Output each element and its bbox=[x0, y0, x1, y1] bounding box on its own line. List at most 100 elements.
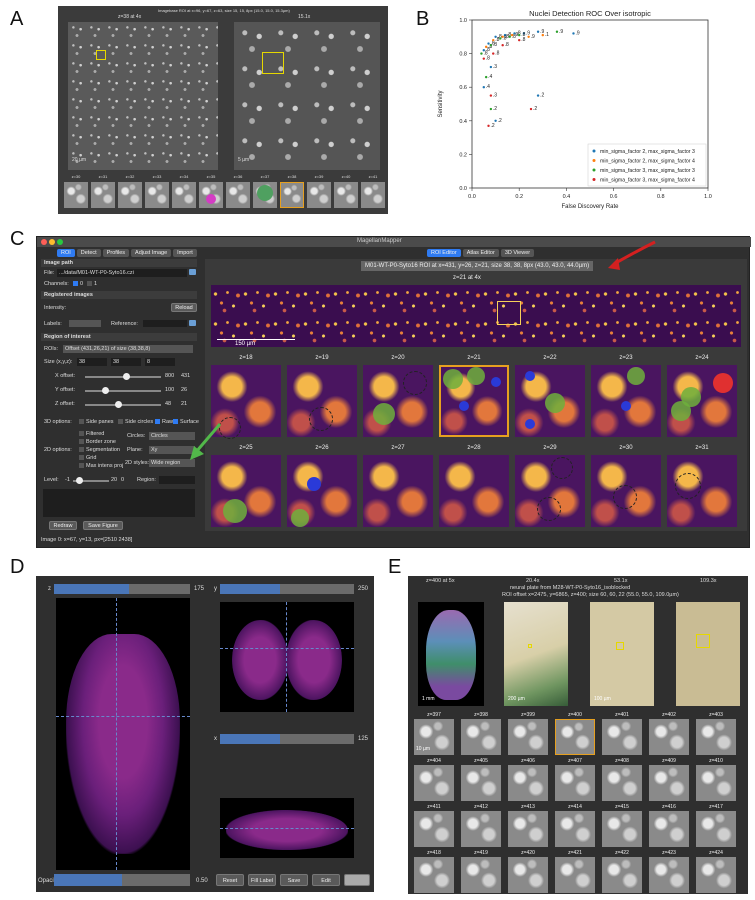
e-zstack-tile[interactable] bbox=[555, 811, 595, 847]
reference-select[interactable] bbox=[143, 320, 187, 327]
a-ztile[interactable] bbox=[64, 182, 88, 208]
e-zstack-tile[interactable] bbox=[461, 765, 501, 801]
a-ztile[interactable] bbox=[118, 182, 142, 208]
zstack-tile[interactable] bbox=[439, 455, 509, 527]
size-y-input[interactable]: 38 bbox=[111, 358, 141, 366]
grid-checkbox[interactable] bbox=[79, 455, 84, 460]
opacity-slider[interactable] bbox=[54, 874, 190, 886]
e-zstack-tile[interactable] bbox=[461, 719, 501, 755]
e-zstack-tile[interactable] bbox=[602, 857, 642, 893]
zoom-image[interactable] bbox=[234, 22, 380, 170]
edit-button[interactable]: Edit bbox=[312, 874, 340, 886]
e-atlas-zoom2[interactable]: 100 µm bbox=[590, 602, 654, 706]
fill-label-button[interactable]: Fill Label bbox=[248, 874, 276, 886]
redraw-button[interactable]: Redraw bbox=[49, 521, 77, 530]
e-zstack-tile[interactable] bbox=[555, 719, 595, 755]
a-ztile[interactable] bbox=[307, 182, 331, 208]
y-offset-slider[interactable] bbox=[101, 387, 109, 394]
e-zstack-tile[interactable] bbox=[414, 765, 454, 801]
save-figure-button[interactable]: Save Figure bbox=[83, 521, 123, 530]
a-ztile[interactable] bbox=[226, 182, 250, 208]
side-circles-checkbox[interactable] bbox=[118, 419, 123, 424]
left-tab[interactable]: Import bbox=[173, 249, 197, 257]
level-slider[interactable] bbox=[76, 477, 83, 484]
file-field[interactable]: .../data/M01-WT-P0-Syto16.czi bbox=[57, 269, 187, 277]
e-zstack-tile[interactable] bbox=[508, 719, 548, 755]
channel-1-checkbox[interactable] bbox=[87, 281, 92, 286]
reload-button[interactable]: Reload bbox=[171, 303, 197, 312]
left-tab[interactable]: ROI bbox=[57, 249, 75, 257]
region-input[interactable] bbox=[159, 476, 195, 484]
raw-checkbox[interactable] bbox=[155, 419, 160, 424]
reset-button[interactable]: Reset bbox=[216, 874, 244, 886]
segmentation-checkbox[interactable] bbox=[79, 447, 84, 452]
e-zstack-tile[interactable] bbox=[696, 857, 736, 893]
a-ztile[interactable] bbox=[172, 182, 196, 208]
e-atlas-zoom1[interactable]: 200 µm bbox=[504, 602, 568, 706]
x-slider[interactable] bbox=[220, 734, 354, 744]
right-tab[interactable]: 3D Viewer bbox=[500, 249, 535, 257]
border-zone-checkbox[interactable] bbox=[79, 439, 84, 444]
e-zstack-tile[interactable] bbox=[696, 765, 736, 801]
size-x-input[interactable]: 38 bbox=[77, 358, 107, 366]
e-zstack-tile[interactable] bbox=[649, 811, 689, 847]
e-zstack-tile[interactable] bbox=[414, 811, 454, 847]
max-intens-checkbox[interactable] bbox=[79, 463, 84, 468]
a-ztile[interactable] bbox=[361, 182, 385, 208]
blank-button[interactable] bbox=[344, 874, 370, 886]
e-zstack-tile[interactable] bbox=[649, 719, 689, 755]
folder-icon[interactable] bbox=[189, 269, 196, 275]
x-offset-value[interactable]: 431 bbox=[181, 373, 190, 379]
e-zstack-tile[interactable] bbox=[602, 765, 642, 801]
left-tab[interactable]: Detect bbox=[76, 249, 101, 257]
right-tab[interactable]: Atlas Editor bbox=[462, 249, 499, 257]
z-offset-slider[interactable] bbox=[115, 401, 123, 408]
y-slider[interactable] bbox=[220, 584, 354, 594]
overview-strip[interactable] bbox=[211, 285, 741, 347]
filtered-checkbox[interactable] bbox=[79, 431, 84, 436]
y-offset-value[interactable]: 26 bbox=[181, 387, 187, 393]
e-zstack-tile[interactable] bbox=[696, 811, 736, 847]
e-zstack-tile[interactable] bbox=[649, 857, 689, 893]
e-zstack-tile[interactable] bbox=[555, 857, 595, 893]
brain-coronal[interactable] bbox=[220, 602, 354, 712]
e-zstack-tile[interactable] bbox=[602, 719, 642, 755]
channel-0-checkbox[interactable] bbox=[73, 281, 78, 286]
e-zstack-tile[interactable] bbox=[508, 811, 548, 847]
brain-axial[interactable] bbox=[56, 598, 190, 870]
brain-sagittal[interactable] bbox=[220, 798, 354, 858]
zoom-dot[interactable] bbox=[57, 239, 63, 245]
z-offset-value[interactable]: 21 bbox=[181, 401, 187, 407]
e-zstack-tile[interactable] bbox=[461, 857, 501, 893]
e-atlas-zoom3[interactable] bbox=[676, 602, 740, 706]
labels-select[interactable] bbox=[69, 320, 101, 327]
e-zstack-tile[interactable] bbox=[696, 719, 736, 755]
y-offset-track[interactable] bbox=[85, 390, 161, 392]
e-zstack-tile[interactable] bbox=[555, 765, 595, 801]
save-button[interactable]: Save bbox=[280, 874, 308, 886]
close-dot[interactable] bbox=[41, 239, 47, 245]
left-tab[interactable]: Profiles bbox=[102, 249, 130, 257]
e-zstack-tile[interactable] bbox=[414, 857, 454, 893]
a-ztile[interactable] bbox=[280, 182, 304, 208]
level-value[interactable]: 0 bbox=[121, 477, 124, 483]
e-zstack-tile[interactable] bbox=[461, 811, 501, 847]
right-tab[interactable]: ROI Editor bbox=[427, 249, 461, 257]
surface-checkbox[interactable] bbox=[173, 419, 178, 424]
z-slider[interactable] bbox=[54, 584, 190, 594]
z-offset-track[interactable] bbox=[85, 404, 161, 406]
a-ztile[interactable] bbox=[145, 182, 169, 208]
x-offset-slider[interactable] bbox=[123, 373, 131, 380]
e-zstack-tile[interactable] bbox=[508, 857, 548, 893]
e-zstack-tile[interactable] bbox=[602, 811, 642, 847]
zstack-tile[interactable] bbox=[363, 455, 433, 527]
overview-image[interactable] bbox=[68, 22, 218, 170]
reference-folder-icon[interactable] bbox=[189, 320, 196, 326]
minimize-dot[interactable] bbox=[49, 239, 55, 245]
left-tab[interactable]: Adjust Image bbox=[131, 249, 172, 257]
zstack-tile[interactable] bbox=[211, 455, 281, 527]
side-panes-checkbox[interactable] bbox=[79, 419, 84, 424]
output-area[interactable] bbox=[43, 489, 195, 517]
e-atlas-overview[interactable]: 1 mm bbox=[418, 602, 484, 706]
e-zstack-tile[interactable] bbox=[508, 765, 548, 801]
